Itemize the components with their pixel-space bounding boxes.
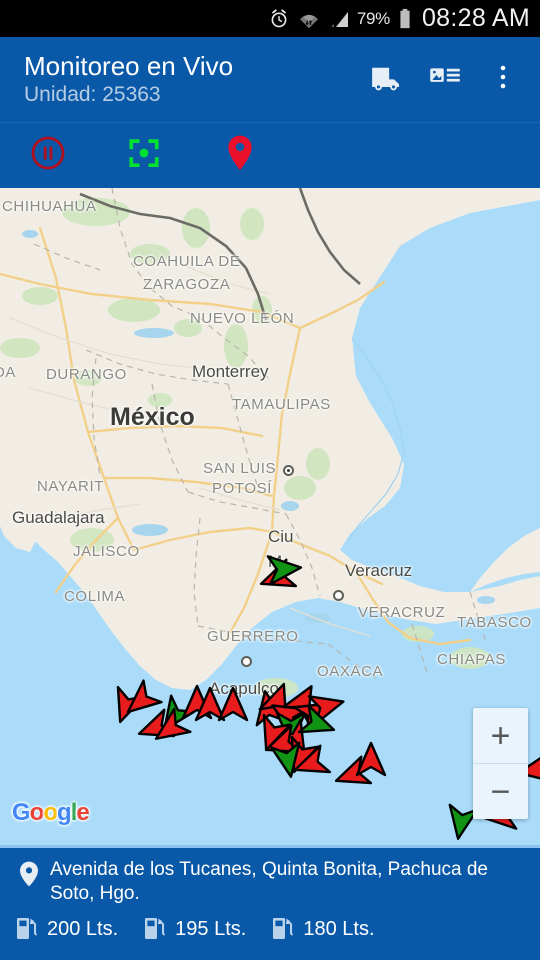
- pause-icon: [30, 135, 66, 176]
- vehicle-marker[interactable]: [262, 547, 305, 590]
- signal-icon: [328, 8, 352, 30]
- map-toolbar: [0, 122, 540, 188]
- center-map-button[interactable]: [96, 123, 192, 189]
- city-dot-monterrey: [283, 465, 294, 476]
- pause-button[interactable]: [0, 123, 96, 189]
- events-list-button[interactable]: [416, 37, 474, 122]
- fuel-value-1: 200 Lts.: [47, 918, 119, 940]
- vehicle-marker[interactable]: [265, 737, 311, 783]
- map-view[interactable]: CHIHUAHUA COAHUILA DE ZARAGOZA NUEVO LEÓ…: [0, 188, 540, 845]
- address-label: Avenida de los Tucanes, Quinta Bonita, P…: [50, 859, 489, 904]
- alarm-clock-icon: [268, 8, 290, 30]
- app-bar-actions: [358, 37, 540, 122]
- zoom-out-button[interactable]: −: [473, 764, 528, 819]
- map-pin-icon: [223, 134, 257, 177]
- page-title: Monitoreo en Vivo: [24, 51, 234, 81]
- zoom-in-button[interactable]: +: [473, 708, 528, 764]
- overflow-menu-button[interactable]: [474, 37, 532, 122]
- truck-icon: [370, 60, 404, 99]
- image-list-icon: [429, 61, 461, 98]
- battery-percent-label: 79%: [356, 8, 390, 28]
- fuel-value-3: 180 Lts.: [303, 918, 375, 940]
- wifi-icon: [298, 8, 320, 30]
- overflow-menu-icon: [490, 62, 516, 97]
- battery-icon: [398, 8, 412, 30]
- vehicle-info-panel: Avenida de los Tucanes, Quinta Bonita, P…: [0, 845, 540, 960]
- clock-label: 08:28 AM: [421, 4, 530, 32]
- fuel-readings-row: 200 Lts. 195 Lts. 180 Lts.: [14, 914, 526, 945]
- city-dot-veracruz: [333, 590, 344, 601]
- app-root: 79% 08:28 AM Monitoreo en Vivo Unidad: 2…: [0, 0, 540, 960]
- unit-subtitle: Unidad: 25363: [24, 83, 161, 106]
- center-focus-icon: [127, 136, 161, 175]
- fuel-value-2: 195 Lts.: [175, 918, 247, 940]
- fuel-reading-2: 195 Lts.: [144, 914, 246, 945]
- app-bar-titles: Monitoreo en Vivo Unidad: 25363: [24, 51, 358, 108]
- vehicle-marker[interactable]: [351, 740, 391, 780]
- city-dot-acapulco: [241, 656, 252, 667]
- app-bar: Monitoreo en Vivo Unidad: 25363: [0, 37, 540, 122]
- fuel-pump-icon: [272, 914, 294, 945]
- fuel-pump-icon: [16, 914, 38, 945]
- fuel-pump-icon: [144, 914, 166, 945]
- google-logo: Google: [12, 799, 90, 826]
- address-row: Avenida de los Tucanes, Quinta Bonita, P…: [14, 858, 526, 906]
- location-pin-button[interactable]: [192, 123, 288, 189]
- status-bar: 79% 08:28 AM: [0, 0, 540, 37]
- fuel-reading-1: 200 Lts.: [16, 914, 118, 945]
- truck-button[interactable]: [358, 37, 416, 122]
- fuel-reading-3: 180 Lts.: [272, 914, 375, 945]
- map-zoom-controls: + −: [473, 708, 528, 819]
- map-pin-icon: [14, 858, 44, 887]
